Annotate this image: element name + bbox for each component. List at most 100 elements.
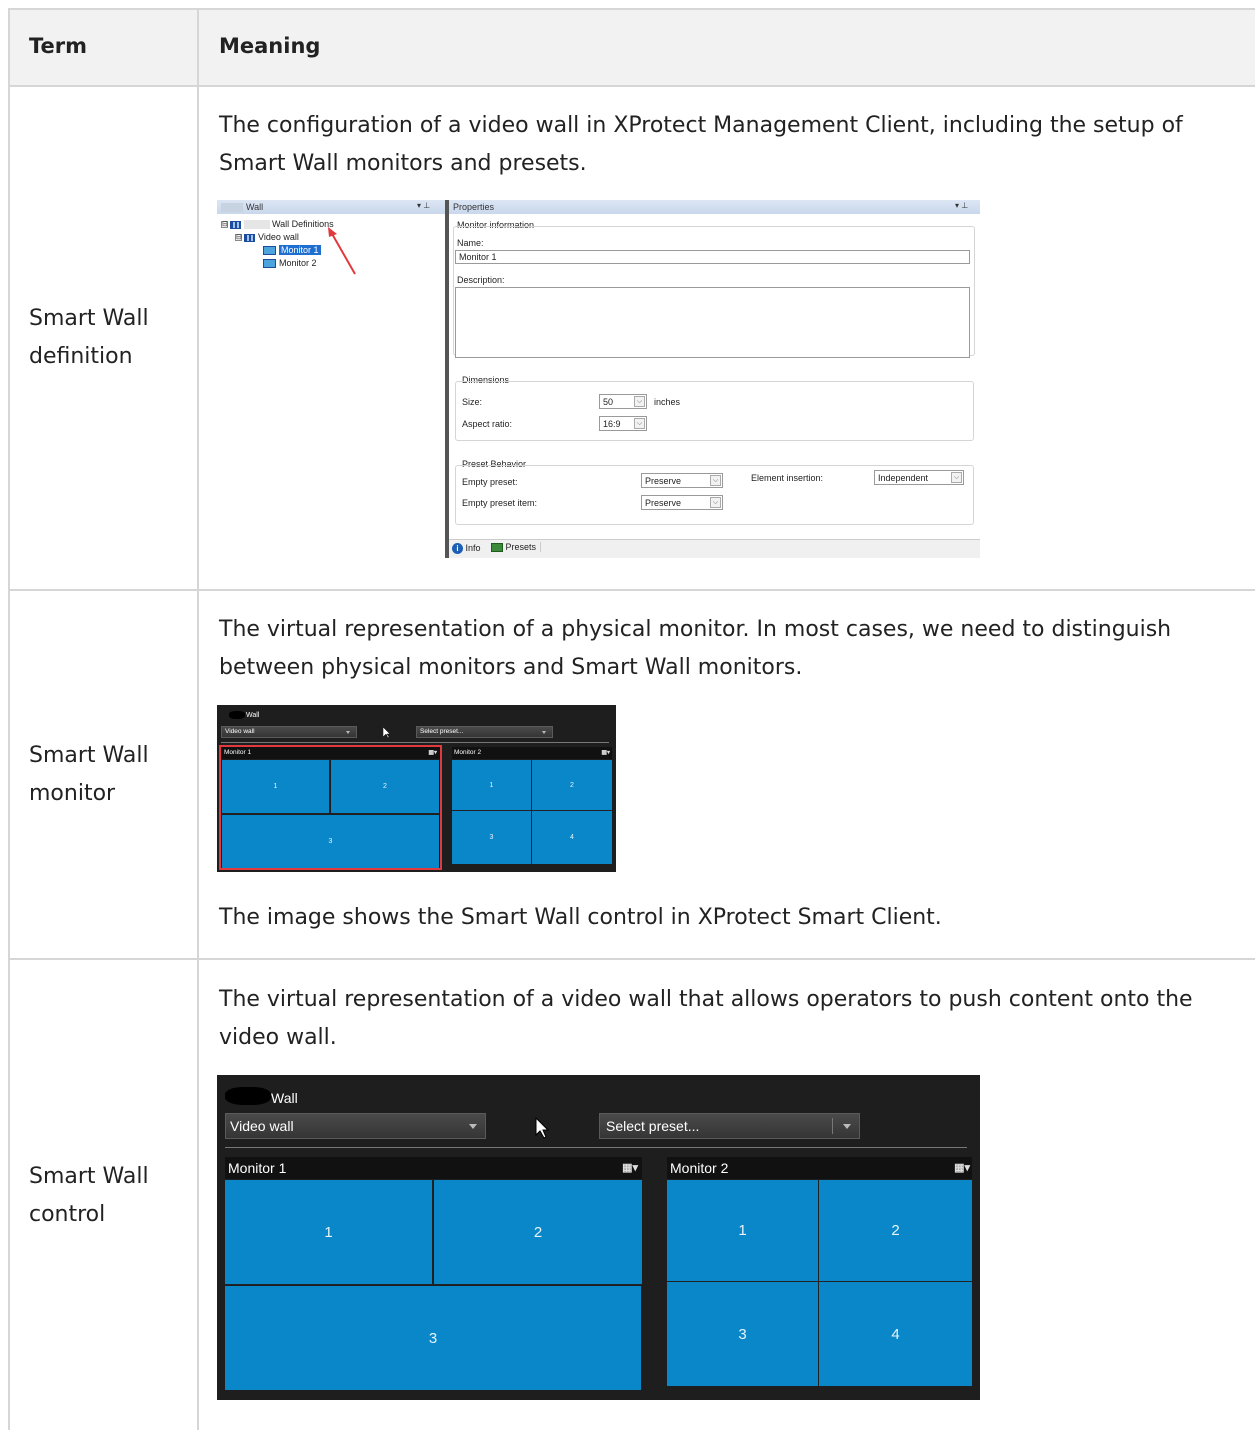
tile[interactable]: 3 <box>667 1282 819 1386</box>
monitor-2-name: Monitor 2 <box>670 1160 729 1176</box>
chevron-down-icon <box>469 1124 477 1129</box>
size-select[interactable]: 50 ⌵ <box>599 394 647 409</box>
collapse-icon[interactable]: ⊟ <box>235 234 242 242</box>
empty-preset-select[interactable]: Preserve ⌵ <box>641 473 723 488</box>
wall-select-value: Video wall <box>225 728 255 735</box>
preset-select-value: Select preset... <box>606 1118 700 1134</box>
monitor-1-header: Monitor 1 ▦▾ <box>225 1157 642 1179</box>
tree-item-wall-definitions[interactable]: ⊟ Wall Definitions <box>221 218 334 230</box>
tile[interactable]: 1 <box>452 760 532 811</box>
smart-wall-title: Wall <box>246 712 260 719</box>
tile[interactable]: 3 <box>225 1286 641 1390</box>
column-header-term: Term <box>29 34 88 58</box>
chevron-down-icon <box>346 731 350 734</box>
tile[interactable]: 1 <box>222 760 330 814</box>
tab-presets[interactable]: Presets <box>491 542 542 553</box>
tree-item-monitor-1[interactable]: Monitor 1 <box>263 244 321 256</box>
table-border-left-lower <box>8 959 10 1430</box>
description-textarea[interactable] <box>455 287 970 358</box>
size-value: 50 <box>603 397 614 407</box>
meaning-smart-wall-monitor: The virtual representation of a physical… <box>219 617 1172 680</box>
separator <box>221 742 609 743</box>
table-border-row1 <box>8 589 1255 591</box>
monitor-1-name: Monitor 1 <box>224 749 252 756</box>
red-arrow-icon <box>328 227 356 275</box>
pin-icon[interactable]: ▾ ⊥ <box>417 201 430 210</box>
collapse-icon[interactable]: ⊟ <box>221 221 228 229</box>
table-border-top <box>8 8 1255 10</box>
monitor-icon <box>263 259 276 269</box>
monitor-1-panel[interactable]: Monitor 1 ▦▾ 1 2 3 <box>219 745 442 870</box>
tile[interactable]: 4 <box>819 1282 972 1386</box>
size-unit: inches <box>654 397 681 407</box>
redacted-block <box>221 203 243 213</box>
tree-label-monitor-1: Monitor 1 <box>279 245 321 255</box>
size-label: Size: <box>462 397 483 407</box>
tile[interactable]: 3 <box>222 815 439 868</box>
tree-item-monitor-2[interactable]: Monitor 2 <box>263 257 317 269</box>
layout-icon[interactable]: ▦▾ <box>428 747 437 759</box>
separator <box>225 1147 967 1148</box>
preset-select[interactable]: Select preset... <box>416 726 553 738</box>
pin-icon[interactable]: ▾ ⊥ <box>955 201 968 210</box>
empty-preset-item-select[interactable]: Preserve ⌵ <box>641 495 723 510</box>
name-label: Name: <box>457 238 484 248</box>
tile[interactable]: 1 <box>225 1180 433 1285</box>
chevron-down-icon: ⌵ <box>951 472 962 483</box>
table-border-row2 <box>8 958 1255 960</box>
dimensions-group <box>455 381 974 441</box>
pane-splitter[interactable] <box>445 200 449 558</box>
wall-select[interactable]: Video wall <box>221 726 357 738</box>
smart-wall-title: Wall <box>271 1090 298 1106</box>
preset-select-value: Select preset... <box>420 728 464 735</box>
aspect-ratio-select[interactable]: 16:9 ⌵ <box>599 416 647 431</box>
smart-wall-large-screenshot: Wall Video wall Select preset... Monitor… <box>217 1075 980 1400</box>
tile[interactable]: 4 <box>532 811 612 864</box>
meaning-smart-wall-control: The virtual representation of a video wa… <box>219 987 1193 1050</box>
tile[interactable]: 2 <box>819 1180 972 1282</box>
term-smart-wall-definition: Smart Wall definition <box>29 306 149 369</box>
redacted-block <box>229 711 245 719</box>
layout-icon[interactable]: ▦▾ <box>954 1157 970 1179</box>
preset-select[interactable]: Select preset... <box>599 1113 860 1139</box>
tile[interactable]: 2 <box>532 760 612 811</box>
monitor-icon <box>263 246 276 256</box>
tile[interactable]: 2 <box>331 760 439 814</box>
wall-select[interactable]: Video wall <box>225 1113 486 1139</box>
tab-info[interactable]: i Info <box>452 543 481 555</box>
tree-item-video-wall[interactable]: ⊟ Video wall <box>235 231 299 243</box>
redacted-block <box>225 1087 271 1105</box>
column-header-meaning: Meaning <box>219 34 321 58</box>
empty-preset-item-label: Empty preset item: <box>462 498 538 508</box>
wall-grid-icon <box>244 233 255 242</box>
layout-icon[interactable]: ▦▾ <box>622 1157 638 1179</box>
chevron-down-icon: ⌵ <box>710 497 721 508</box>
caption-smart-wall-monitor: The image shows the Smart Wall control i… <box>219 905 942 930</box>
info-icon: i <box>452 543 463 555</box>
element-insertion-select[interactable]: Independent ⌵ <box>874 470 964 485</box>
tile[interactable]: 1 <box>667 1180 819 1282</box>
monitor-1-name: Monitor 1 <box>228 1160 287 1176</box>
name-input[interactable]: Monitor 1 <box>455 250 970 264</box>
tab-presets-label: Presets <box>505 542 537 552</box>
wall-pane-title: Wall <box>217 200 445 214</box>
dropdown-separator <box>832 1118 833 1134</box>
wall-select-value: Video wall <box>230 1118 294 1134</box>
table-header-background <box>8 8 1255 86</box>
presets-icon <box>491 543 503 553</box>
monitor-2-panel[interactable]: Monitor 2 ▦▾ 1 2 3 4 <box>452 745 612 865</box>
monitor-1-panel[interactable]: Monitor 1 ▦▾ 1 2 3 <box>225 1157 642 1391</box>
table-border-header <box>8 85 1255 87</box>
empty-preset-value: Preserve <box>645 476 682 486</box>
tile[interactable]: 2 <box>434 1180 642 1285</box>
chevron-down-icon <box>843 1124 851 1129</box>
tab-info-label: Info <box>465 543 481 553</box>
tab-strip: i Info Presets <box>449 539 980 558</box>
table-border-left <box>8 8 10 959</box>
tile[interactable]: 3 <box>452 811 532 864</box>
monitor-2-panel[interactable]: Monitor 2 ▦▾ 1 2 3 4 <box>667 1157 972 1387</box>
layout-icon[interactable]: ▦▾ <box>601 747 610 759</box>
description-label: Description: <box>457 275 505 285</box>
element-insertion-value: Independent <box>878 473 929 483</box>
empty-preset-item-value: Preserve <box>645 498 682 508</box>
